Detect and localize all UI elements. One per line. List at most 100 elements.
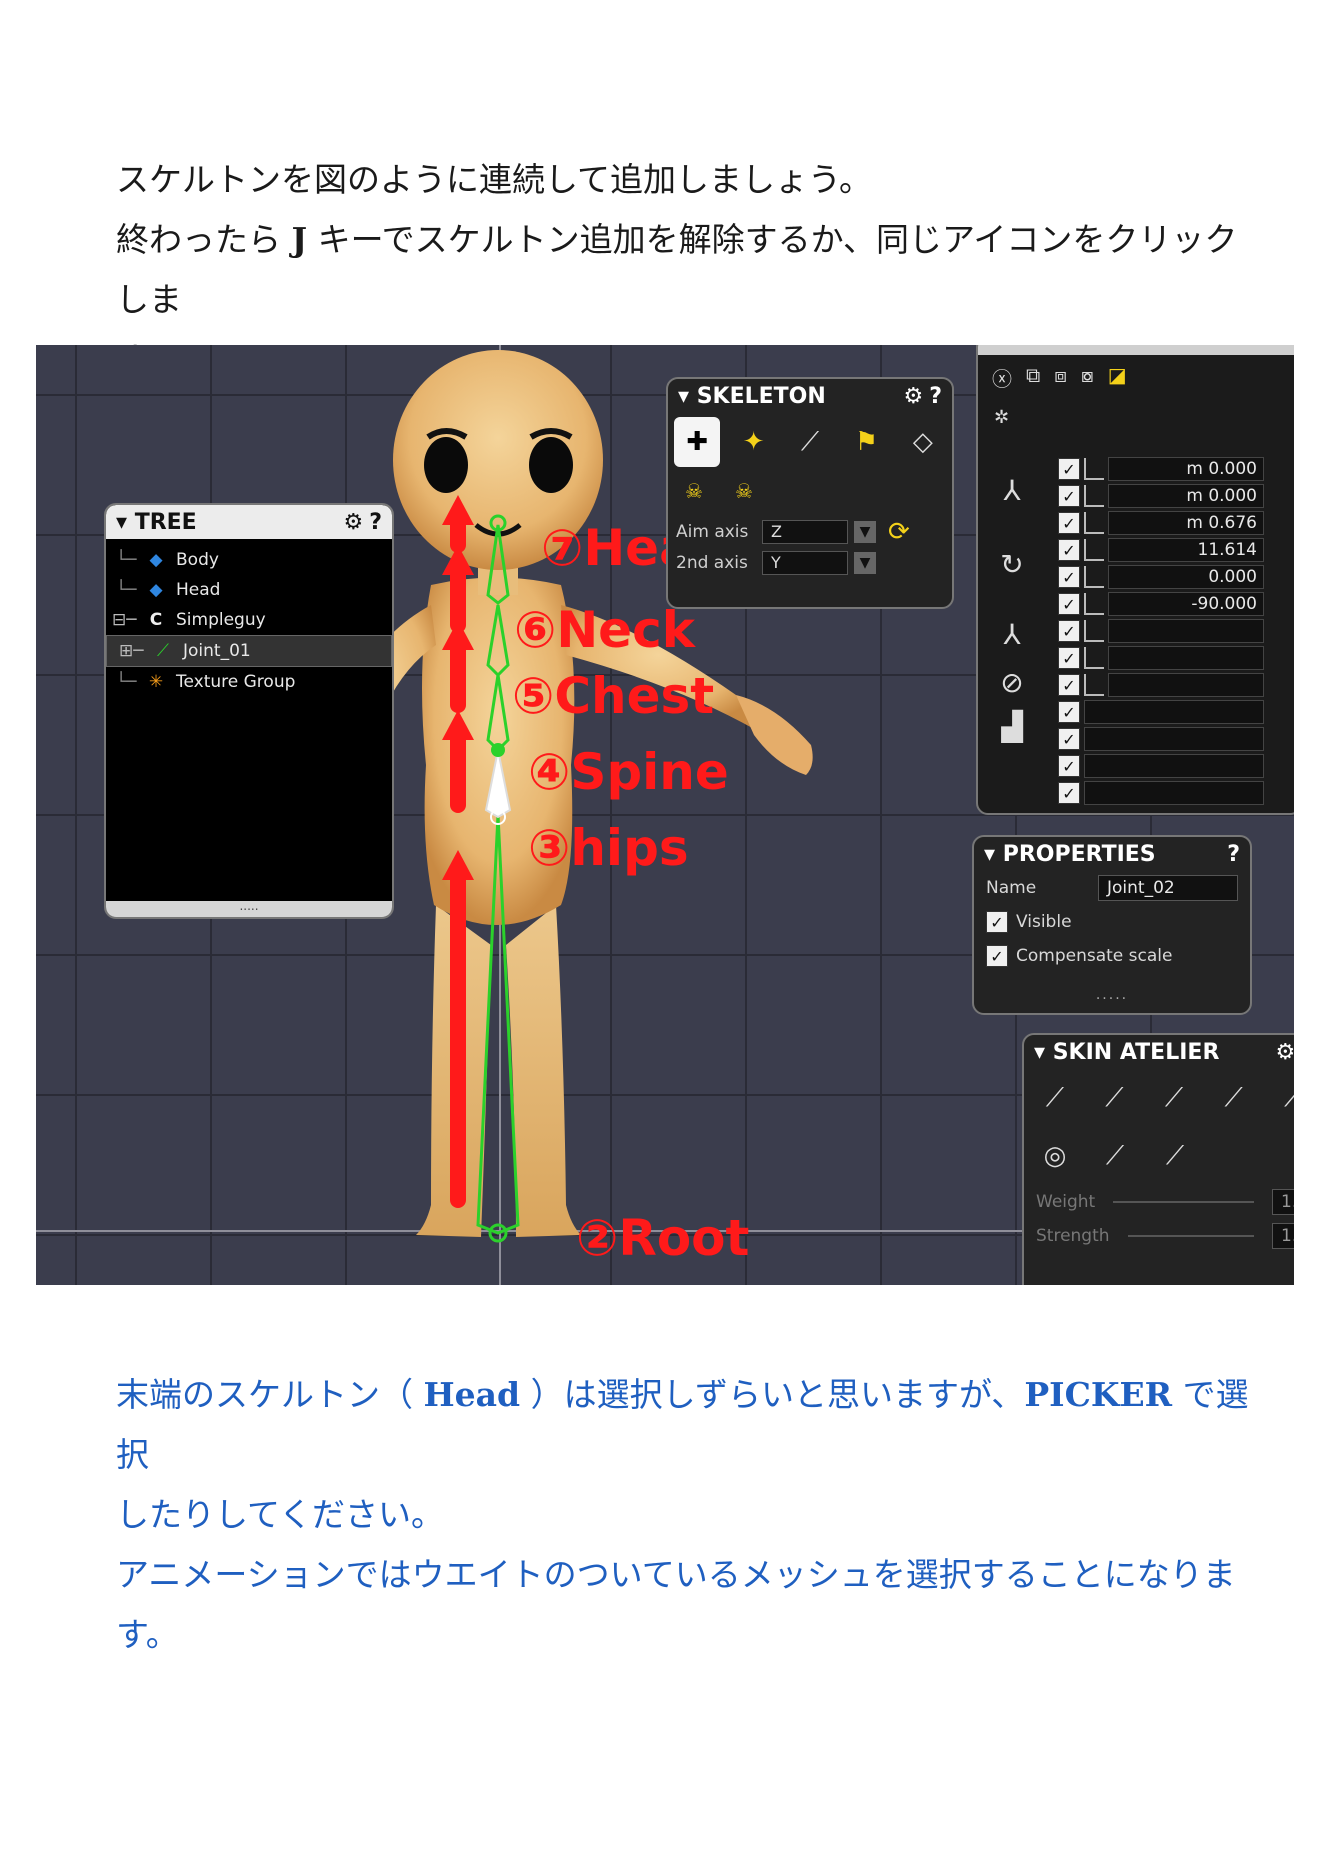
bind-skin-icon[interactable]: ⚑	[843, 417, 889, 467]
checkbox[interactable]: ✓	[1058, 620, 1080, 642]
checkbox[interactable]: ✓	[1058, 701, 1080, 723]
lock-bracket-icon[interactable]	[1084, 647, 1104, 669]
annotation-root: ②Root	[576, 1209, 749, 1267]
ground-field-1[interactable]	[1084, 727, 1264, 751]
rotate-y-field[interactable]: 0.000	[1108, 565, 1264, 589]
tree-item-head[interactable]: └─ ◆ Head	[106, 575, 392, 605]
skin-toolbar-2: ◎ ⟋ ⟋	[1024, 1127, 1294, 1185]
mirror-joint-icon[interactable]: ◇	[900, 417, 946, 467]
lock-bracket-icon[interactable]	[1084, 458, 1104, 480]
compensate-scale-checkbox[interactable]: ✓	[986, 945, 1008, 967]
strength-input[interactable]: 1.00	[1272, 1223, 1294, 1249]
properties-panel-header[interactable]: ▾ PROPERTIES ?	[974, 837, 1250, 871]
3d-viewport[interactable]: ⑦Head ⑥Neck ⑤Chest ④Spine ③hips ②Root ▾ …	[36, 345, 1294, 1285]
reset-transform-icon[interactable]: ⓧ	[992, 363, 1012, 392]
transform-header-strip[interactable]	[978, 345, 1294, 355]
expand-icon[interactable]: ⊞─	[119, 641, 153, 661]
weight-label: Weight	[1036, 1192, 1096, 1212]
lock-bracket-icon[interactable]	[1084, 620, 1104, 642]
checkbox[interactable]: ✓	[1058, 647, 1080, 669]
scale-z-field[interactable]	[1108, 673, 1264, 697]
lock-bracket-icon[interactable]	[1084, 593, 1104, 615]
weight-slider[interactable]	[1113, 1201, 1254, 1203]
name-input[interactable]: Joint_02	[1098, 875, 1238, 901]
pivot-icon[interactable]: ◪	[1108, 363, 1127, 392]
tree-panel-header[interactable]: ▾ TREE ⚙?	[106, 505, 392, 539]
ground-field-2[interactable]	[1084, 754, 1264, 778]
gear-icon[interactable]: ⚙	[904, 384, 924, 409]
lock-bracket-icon[interactable]	[1084, 512, 1104, 534]
tree-item-simpleguy[interactable]: ⊟─ C Simpleguy	[106, 605, 392, 635]
visibility-field[interactable]	[1084, 700, 1264, 724]
skeleton-panel-header[interactable]: ▾ SKELETON ⚙?	[668, 379, 952, 413]
checkbox[interactable]: ✓	[1058, 782, 1080, 804]
add-joint-icon[interactable]: ✚	[674, 417, 721, 467]
help-icon[interactable]: ?	[929, 384, 942, 409]
gear-icon[interactable]: ⚙	[344, 510, 364, 535]
joint-bind-icon[interactable]: ⟋	[787, 417, 833, 467]
transform-row-tx: ✓ m 0.000	[1058, 457, 1264, 481]
checkbox[interactable]: ✓	[1058, 566, 1080, 588]
checkbox[interactable]: ✓	[1058, 674, 1080, 696]
refresh-orient-icon[interactable]: ⟳	[888, 517, 910, 547]
transform-row-ty: ✓ m 0.000	[1058, 484, 1264, 508]
gear-icon[interactable]: ⚙	[1276, 1040, 1295, 1065]
lock-bracket-icon[interactable]	[1084, 674, 1104, 696]
second-axis-select[interactable]: Y	[762, 551, 848, 575]
visible-checkbox[interactable]: ✓	[986, 911, 1008, 933]
tree-connector: └─	[116, 550, 137, 570]
freeze-position-icon[interactable]: ⧉	[1026, 363, 1040, 392]
tree-item-body[interactable]: └─ ◆ Body	[106, 545, 392, 575]
skin-atelier-header[interactable]: ▾ SKIN ATELIER ⚙?	[1024, 1035, 1294, 1069]
help-icon[interactable]: ?	[369, 510, 382, 535]
lock-bracket-icon[interactable]	[1084, 485, 1104, 507]
scale-x-field[interactable]	[1108, 619, 1264, 643]
freeze-scale-icon[interactable]: ⧇	[1081, 363, 1094, 392]
chevron-down-icon[interactable]: ▼	[854, 552, 876, 574]
insert-joint-icon[interactable]: ✦	[730, 417, 776, 467]
lock-bracket-icon[interactable]	[1084, 539, 1104, 561]
rotate-z-field[interactable]: -90.000	[1108, 592, 1264, 616]
paint-weight-icon[interactable]: ⟋	[1030, 1073, 1080, 1123]
translate-y-field[interactable]: m 0.000	[1108, 484, 1264, 508]
tree-item-label: Texture Group	[176, 672, 296, 692]
prune-weight-icon[interactable]: ⟋	[1150, 1131, 1200, 1181]
checkbox[interactable]: ✓	[1058, 728, 1080, 750]
chevron-down-icon[interactable]: ▼	[854, 521, 876, 543]
scale-y-field[interactable]	[1108, 646, 1264, 670]
tree-item-joint-01[interactable]: ⊞─ ⟋ Joint_01	[106, 635, 392, 667]
lock-bracket-icon[interactable]	[1084, 566, 1104, 588]
mirror-weight-icon[interactable]: ⟋	[1090, 1131, 1140, 1181]
transform-row-tz: ✓ m 0.676	[1058, 511, 1264, 535]
skull-unity-icon[interactable]: ☠	[674, 471, 714, 511]
remove-weight-icon[interactable]: ⟋	[1209, 1073, 1259, 1123]
collapse-icon[interactable]: ⊟─	[112, 610, 146, 630]
rotate-x-field[interactable]: 11.614	[1108, 538, 1264, 562]
checkbox[interactable]: ✓	[1058, 485, 1080, 507]
help-icon[interactable]: ?	[1227, 842, 1240, 867]
translate-z-field[interactable]: m 0.676	[1108, 511, 1264, 535]
ground-field-3[interactable]	[1084, 781, 1264, 805]
translate-x-field[interactable]: m 0.000	[1108, 457, 1264, 481]
smooth-weight-icon[interactable]: ⟋	[1090, 1073, 1140, 1123]
second-axis-label: 2nd axis	[676, 553, 748, 573]
checkbox[interactable]: ✓	[1058, 512, 1080, 534]
strength-slider[interactable]	[1127, 1235, 1254, 1237]
add-weight-icon[interactable]: ⟋	[1149, 1073, 1199, 1123]
freeze-rotation-icon[interactable]: ⧈	[1054, 363, 1067, 392]
checkbox[interactable]: ✓	[1058, 755, 1080, 777]
snap-icon[interactable]: ✲	[994, 407, 1009, 428]
checkbox[interactable]: ✓	[1058, 458, 1080, 480]
aim-axis-select[interactable]: Z	[762, 520, 848, 544]
brush-icon[interactable]: ◎	[1030, 1131, 1080, 1181]
properties-resize-handle[interactable]: .....	[974, 987, 1250, 1003]
checkbox[interactable]: ✓	[1058, 539, 1080, 561]
skull-unreal-icon[interactable]: ☠	[724, 471, 764, 511]
scale-axes-icon: ⅄	[1003, 618, 1021, 651]
copy-weight-icon[interactable]: ⟋	[1268, 1073, 1294, 1123]
tree-item-texture-group[interactable]: └─ ✳ Texture Group	[106, 667, 392, 697]
tree-resize-handle[interactable]: .....	[106, 900, 392, 917]
outro-line-2: したりしてください。	[116, 1495, 445, 1534]
checkbox[interactable]: ✓	[1058, 593, 1080, 615]
weight-input[interactable]: 1.	[1272, 1189, 1294, 1215]
